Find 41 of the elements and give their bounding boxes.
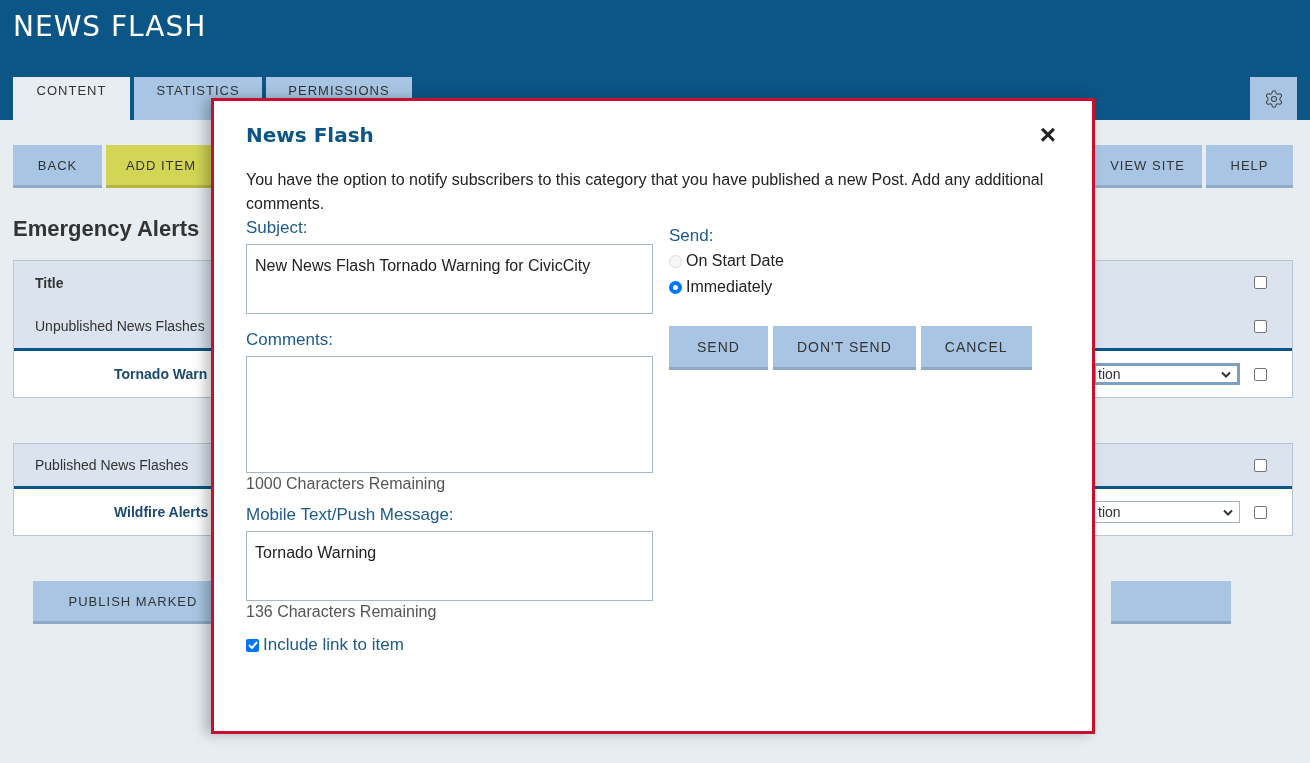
checkbox[interactable] [1254,319,1267,333]
action-select[interactable]: tion [1093,363,1240,385]
character-count: 136 Characters Remaining [246,603,438,621]
radio-button[interactable] [669,280,682,294]
dialog-button[interactable]: SEND [669,326,768,370]
chevron-icon [1223,508,1233,516]
settings-icon [1263,88,1284,109]
action-select[interactable]: tion [1093,501,1240,523]
dialog-button[interactable]: DON'T SEND [772,326,916,370]
chevron-icon [1221,370,1231,378]
toolbar-button[interactable]: BACK [13,145,102,188]
column-header: Title [35,274,64,291]
section-heading: Emergency Alerts [13,218,200,240]
checkbox-label: Include link to item [263,635,404,655]
checkbox[interactable] [246,638,259,652]
field-label: Comments: [246,330,334,350]
checkbox[interactable] [1254,505,1267,519]
text-area[interactable]: New News Flash Tornado Warning for CivicCity [246,244,653,314]
field-label: Send: [669,226,715,246]
field-label: Subject: [246,218,309,238]
group-label: Unpublished News Flashes [35,318,205,334]
checkbox[interactable] [1254,458,1267,472]
radio-label: Immediately [686,278,773,296]
character-count: 1000 Characters Remaining [246,475,447,493]
settings-button[interactable] [1250,77,1297,120]
radio-label: On Start Date [686,252,784,270]
dialog-button[interactable]: CANCEL [920,326,1032,370]
dialog-title: News Flash [246,123,374,147]
tab[interactable]: CONTENT [13,77,130,120]
field-label: Mobile Text/Push Message: [246,505,455,525]
toolbar-button[interactable]: VIEW SITE [1093,145,1202,188]
close-button[interactable]: × [1039,121,1056,149]
text-area[interactable]: Tornado Warning [246,531,653,601]
item-title[interactable]: Wildfire Alerts [114,504,209,520]
group-label: Published News Flashes [35,457,189,473]
checkbox[interactable] [1254,367,1267,381]
checkbox[interactable] [1254,276,1267,289]
page-title: NEWS FLASH [13,10,208,43]
item-title[interactable]: Tornado Warn [114,366,208,382]
toolbar-button[interactable]: HELP [1206,145,1293,188]
intro-text: You have the option to notify subscribers to this category that you have published a new Post. Add any additional comments. [246,170,1045,214]
